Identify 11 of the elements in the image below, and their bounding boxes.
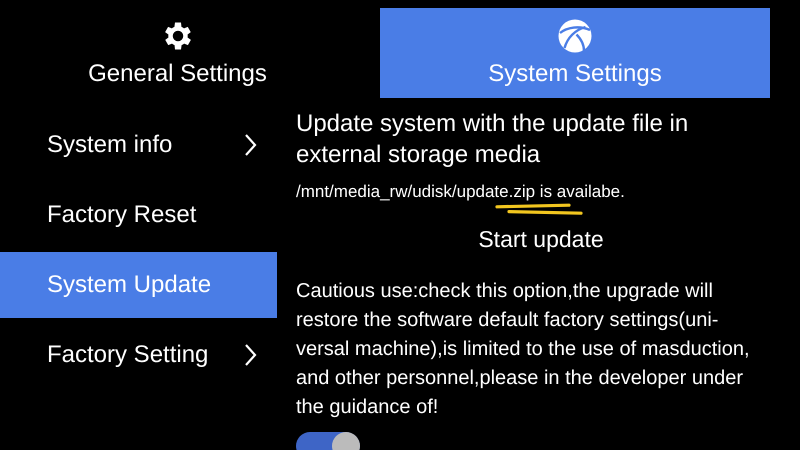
menu-item[interactable]: Factory Reset [0, 180, 277, 250]
settings-tab[interactable]: General Settings [0, 8, 355, 98]
start-update-button[interactable]: Start update [470, 222, 612, 257]
warning-text: Cautious use:check this option,the upgrade will restore the software default factory settings(uni-versal machine),is limited to the use of masduction, and other personnel,please in the developer under the guidance of! [296, 279, 751, 420]
menu-item[interactable]: Factory Setting [0, 320, 277, 390]
settings-tab[interactable]: System Settings [380, 8, 770, 98]
update-description: Update system with the update file in external storage media [296, 109, 690, 170]
file-status: /mnt/media_rw/udisk/update.zip is availabe. [296, 182, 625, 201]
menu-item[interactable]: System info [0, 110, 277, 180]
globe-icon [557, 18, 593, 54]
menu-item[interactable]: System Update [0, 252, 277, 318]
